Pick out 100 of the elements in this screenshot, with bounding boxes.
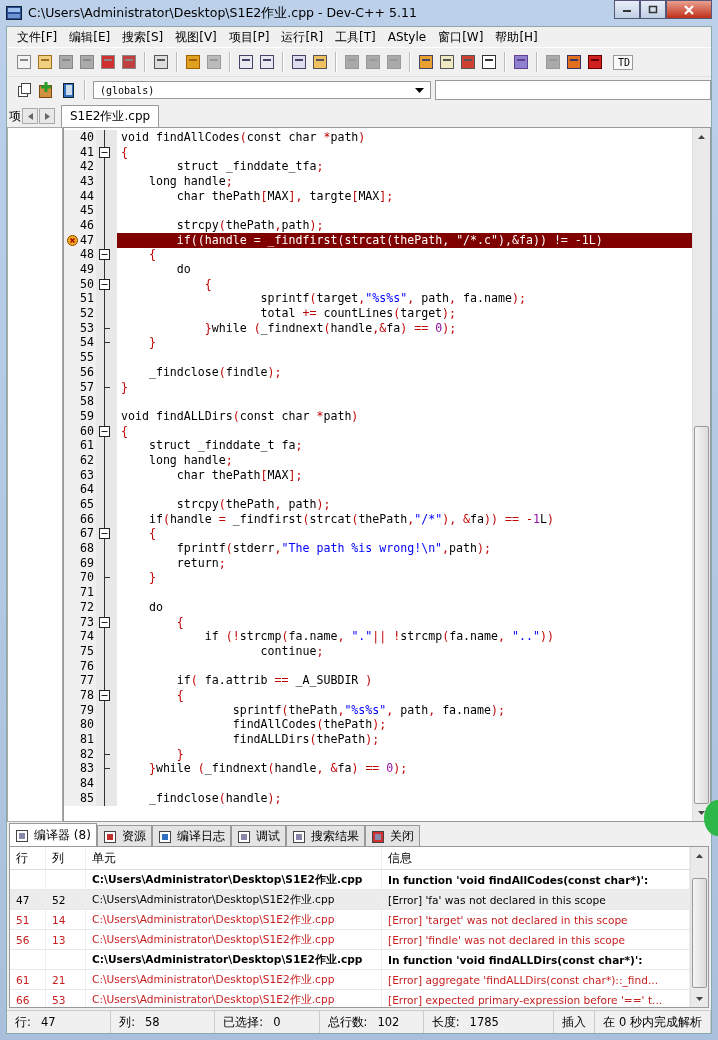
status-label: 长度: [431,1014,460,1030]
table-cell: 61 [16,973,30,986]
down-arrow-icon[interactable] [698,810,705,815]
code-line: { [121,144,128,159]
code-line: do [147,599,163,614]
table-cell: 51 [16,913,30,926]
scrollbar[interactable] [692,128,710,821]
toolbar-button[interactable]: TD [613,54,634,70]
up-arrow-icon[interactable] [696,853,703,858]
message-row[interactable]: 61 21 C:\Users\Administrator\Desktop\S1E2作业.cpp [Error] aggregate 'findALLDirs(const char*)::_find... [10,970,690,990]
table-cell: In function 'void findAllCodes(const char*)': [388,873,649,886]
table-cell: [Error] 'target' was not declared in this scope [388,913,628,926]
fold-icon[interactable] [99,425,110,437]
panel-tab[interactable]: 关闭 [364,825,420,846]
table-cell: 66 [16,993,30,1006]
code-line: _findclose(findle); [147,364,282,379]
status-value: 1785 [469,1015,499,1029]
column-header[interactable]: 单元 [86,847,382,869]
message-row[interactable]: 47 52 C:\Users\Administrator\Desktop\S1E2作业.cpp [Error] 'fa' was not declared in this scope [10,890,690,910]
scrollbar-thumb[interactable] [694,426,709,804]
message-row[interactable]: C:\Users\Administrator\Desktop\S1E2作业.cpp In function 'void findALLDirs(const char*)': [10,950,690,970]
line-number: 80 [64,717,96,733]
menu-item[interactable]: AStyle [381,30,433,44]
message-row[interactable]: 56 13 C:\Users\Administrator\Desktop\S1E2作业.cpp [Error] 'findle' was not declared in this scope [10,930,690,950]
scrollbar-thumb[interactable] [692,877,707,988]
panel-tab[interactable]: 资源 [96,825,152,846]
scrollbar[interactable] [690,847,708,1007]
fold-icon[interactable] [99,616,110,628]
scroll-left-button[interactable] [22,108,38,124]
minimize-button[interactable] [614,0,640,19]
code-line: char thePath[MAX]; [175,467,303,482]
fold-icon[interactable] [99,146,110,158]
panel-tab[interactable]: 调试 [230,825,286,846]
menu-item[interactable]: 编辑[E] [63,28,117,46]
menu-item[interactable]: 视图[V] [169,28,223,46]
menu-item[interactable]: 工具[T] [329,28,382,46]
line-number: 52 [64,306,96,322]
code-line: continue; [259,643,324,658]
line-number: 40 [64,129,96,145]
table-cell: C:\Users\Administrator\Desktop\S1E2作业.cpp [92,932,335,947]
code-line: total += countLines(target); [259,306,457,321]
table-cell: In function 'void findALLDirs(const char*)': [388,953,643,966]
table-cell: 56 [16,933,30,946]
panel-tab[interactable]: 编译器 (8) [9,823,97,846]
menu-item[interactable]: 文件[F] [11,28,64,46]
column-header[interactable]: 列 [46,847,86,869]
table-cell: [Error] expected primary-expression before '==' t... [388,993,663,1006]
down-arrow-icon[interactable] [696,996,703,1001]
message-row[interactable]: 51 14 C:\Users\Administrator\Desktop\S1E2作业.cpp [Error] 'target' was not declared in this scope [10,910,690,930]
menu-item[interactable]: 搜索[S] [116,28,170,46]
close-button[interactable] [666,0,712,19]
table-cell: C:\Users\Administrator\Desktop\S1E2作业.cpp [92,972,335,987]
fold-icon[interactable] [99,249,110,261]
up-arrow-icon[interactable] [698,134,705,139]
table-cell: C:\Users\Administrator\Desktop\S1E2作业.cpp [92,892,335,907]
add-icon[interactable] [37,81,55,99]
column-header[interactable]: 行 [10,847,46,869]
class-icon[interactable] [15,81,33,99]
line-number: 65 [64,497,96,513]
scroll-right-button[interactable] [39,108,55,124]
menu-item[interactable]: 运行[R] [275,28,330,46]
code-line: void findAllCodes(const char *path) [121,129,366,144]
scope-dropdown[interactable]: (globals) [93,81,431,99]
file-tab[interactable]: S1E2作业.cpp [61,105,160,127]
code-line: if (!strcmp(fa.name, "."|| !strcmp(fa.name, "..")) [203,629,554,644]
fold-icon[interactable] [99,528,110,540]
status-label: 插入 [562,1014,587,1030]
code-line: if( fa.attrib == _A_SUBDIR ) [175,673,373,688]
code-line: _findclose(handle); [147,790,282,805]
code-line: } [147,335,156,350]
table-cell: C:\Users\Administrator\Desktop\S1E2作业.cpp [92,952,363,967]
table-cell: 47 [16,893,30,906]
app-icon [6,5,22,21]
maximize-button[interactable] [640,0,666,19]
panel-tab[interactable]: 项 [7,107,21,125]
table-cell: 53 [52,993,66,1006]
status-label: 已选择: [223,1014,264,1030]
member-dropdown[interactable] [435,80,711,100]
code-line: long handle; [147,173,233,188]
fold-icon[interactable] [99,689,110,701]
menu-item[interactable]: 项目[P] [222,28,276,46]
fold-icon[interactable] [99,278,110,290]
left-arrow-icon [27,112,33,120]
status-label: 行: [15,1014,31,1030]
panel-tab[interactable]: 搜索结果 [285,825,365,846]
line-number: 61 [64,438,96,454]
code-line: }while (_findnext(handle,&fa) == 0); [203,320,457,335]
code-line: sprintf(thePath,"%s%s", path, fa.name); [231,702,505,717]
maximize-icon [648,5,658,14]
table-cell: [Error] 'fa' was not declared in this scope [388,893,606,906]
caret-icon [415,87,424,93]
code-line: { [175,614,184,629]
line-number: 42 [64,159,96,175]
menu-item[interactable]: 帮助[H] [489,28,544,46]
code-line: strcpy(thePath,path); [175,217,324,232]
menu-item[interactable]: 窗口[W] [432,28,490,46]
code-line: } [121,379,128,394]
line-number: 83 [64,761,96,777]
panel-tab[interactable]: 编译日志 [151,825,231,846]
window-title: C:\Users\Administrator\Desktop\S1E2作业.cpp - Dev-C++ 5.11 [28,4,417,22]
